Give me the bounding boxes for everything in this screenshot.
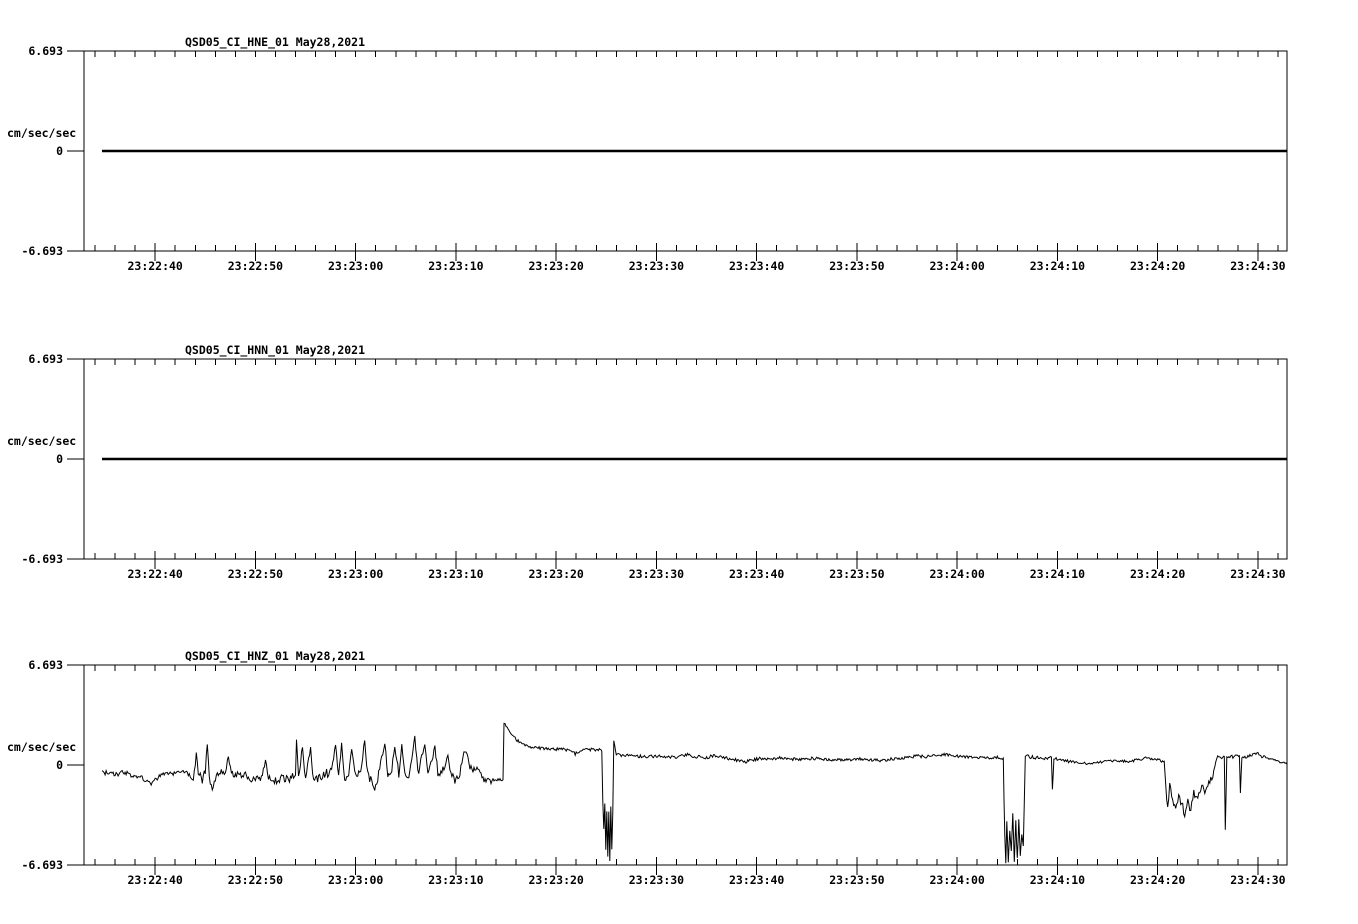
y-tick-label: -6.693 (21, 858, 63, 872)
x-tick-label: 23:24:10 (1030, 873, 1085, 887)
x-tick-label: 23:23:50 (829, 259, 884, 273)
x-tick-label: 23:23:50 (829, 567, 884, 581)
x-tick-label: 23:22:50 (228, 259, 283, 273)
x-tick-label: 23:22:40 (127, 567, 182, 581)
x-tick-label: 23:23:30 (629, 873, 684, 887)
chart-title: QSD05_CI_HNN_01 May28,2021 (185, 343, 365, 358)
x-tick-label: 23:23:20 (528, 873, 583, 887)
x-tick-label: 23:24:20 (1130, 873, 1185, 887)
x-tick-label: 23:24:30 (1230, 567, 1285, 581)
x-tick-label: 23:23:40 (729, 873, 784, 887)
y-tick-label: 6.693 (28, 44, 63, 58)
chart-panel-HNZ: QSD05_CI_HNZ_01 May28,2021 6.693 0 -6.693 cm… (7, 649, 1288, 887)
y-tick-label: 0 (56, 758, 63, 772)
x-tick-label: 23:22:50 (228, 567, 283, 581)
y-axis-unit-label: cm/sec/sec (7, 126, 76, 140)
x-tick-label: 23:24:10 (1030, 567, 1085, 581)
seismogram-page: QSD05_CI_HNE_01 May28,2021 6.693 0 -6.693 cm… (0, 0, 1358, 924)
y-tick-label: 6.693 (28, 658, 63, 672)
x-tick-label: 23:24:20 (1130, 567, 1185, 581)
x-tick-label: 23:24:20 (1130, 259, 1185, 273)
x-tick-label: 23:23:50 (829, 873, 884, 887)
x-tick-label: 23:23:00 (328, 567, 383, 581)
chart-panel-HNN: QSD05_CI_HNN_01 May28,2021 6.693 0 -6.693 cm… (7, 343, 1288, 581)
seismogram-plot: QSD05_CI_HNE_01 May28,2021 6.693 0 -6.693 cm… (7, 35, 1288, 887)
x-tick-label: 23:23:20 (528, 259, 583, 273)
x-tick-label: 23:23:00 (328, 259, 383, 273)
chart-title: QSD05_CI_HNE_01 May28,2021 (185, 35, 365, 50)
waveform-HNZ (101, 722, 1287, 864)
x-tick-label: 23:23:30 (629, 567, 684, 581)
y-axis-unit-label: cm/sec/sec (7, 740, 76, 754)
y-tick-label: 6.693 (28, 352, 63, 366)
chart-panel-HNE: QSD05_CI_HNE_01 May28,2021 6.693 0 -6.693 cm… (7, 35, 1288, 273)
x-tick-label: 23:23:20 (528, 567, 583, 581)
x-tick-label: 23:23:00 (328, 873, 383, 887)
y-tick-label: 0 (56, 144, 63, 158)
x-tick-label: 23:23:30 (629, 259, 684, 273)
x-tick-label: 23:24:00 (929, 873, 984, 887)
chart-title: QSD05_CI_HNZ_01 May28,2021 (185, 649, 365, 664)
y-axis-unit-label: cm/sec/sec (7, 434, 76, 448)
y-tick-label: -6.693 (21, 552, 63, 566)
x-tick-label: 23:23:10 (428, 259, 483, 273)
x-tick-label: 23:22:40 (127, 259, 182, 273)
x-tick-label: 23:24:00 (929, 567, 984, 581)
x-tick-label: 23:24:10 (1030, 259, 1085, 273)
x-tick-label: 23:23:40 (729, 259, 784, 273)
x-tick-label: 23:24:00 (929, 259, 984, 273)
x-tick-label: 23:22:50 (228, 873, 283, 887)
x-tick-label: 23:23:40 (729, 567, 784, 581)
x-tick-label: 23:24:30 (1230, 873, 1285, 887)
y-tick-label: 0 (56, 452, 63, 466)
x-tick-label: 23:22:40 (127, 873, 182, 887)
x-tick-label: 23:23:10 (428, 567, 483, 581)
x-tick-label: 23:23:10 (428, 873, 483, 887)
x-tick-label: 23:24:30 (1230, 259, 1285, 273)
y-tick-label: -6.693 (21, 244, 63, 258)
